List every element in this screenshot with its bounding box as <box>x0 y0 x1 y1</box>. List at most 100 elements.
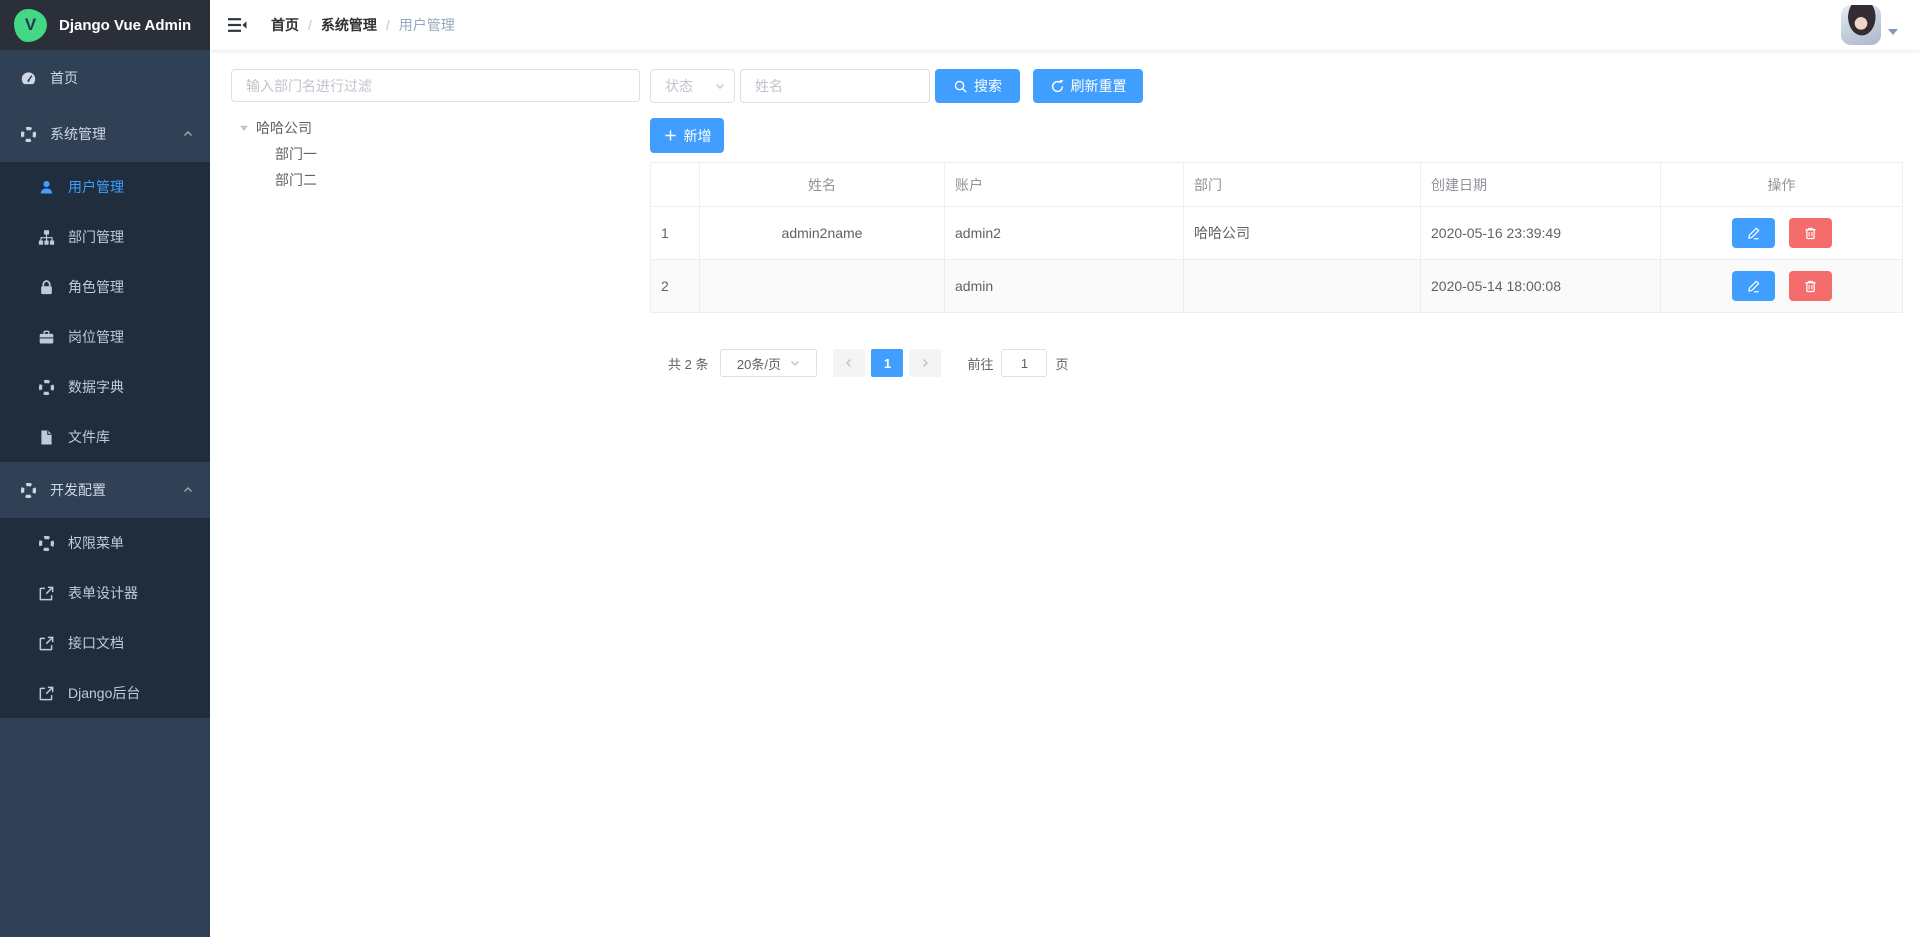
cell-name: admin2name <box>700 207 945 260</box>
pagination: 共 2 条 20条/页 1 <box>650 349 1902 377</box>
sidebar-menu: 首页 系统管理 用户管理 <box>0 50 210 718</box>
user-panel: 状态 搜索 <box>650 69 1902 937</box>
row-actions <box>1661 271 1902 301</box>
sidebar-item-permission-menu[interactable]: 权限菜单 <box>0 518 210 568</box>
reset-button-label: 刷新重置 <box>1071 76 1127 96</box>
user-icon <box>38 179 55 196</box>
refresh-reset-button[interactable]: 刷新重置 <box>1033 69 1143 103</box>
component-icon <box>20 482 37 499</box>
breadcrumb-item-home[interactable]: 首页 <box>271 15 299 35</box>
cell-name <box>700 260 945 313</box>
chevron-down-icon <box>714 80 726 92</box>
tree-node-label: 部门一 <box>275 144 317 164</box>
hamburger-icon[interactable] <box>227 15 247 35</box>
row-actions <box>1661 218 1902 248</box>
tree-node-company[interactable]: 哈哈公司 <box>231 115 640 141</box>
delete-button[interactable] <box>1789 271 1832 301</box>
sidebar-group-label: 系统管理 <box>50 124 106 144</box>
sidebar-item-label: 用户管理 <box>68 177 124 197</box>
org-tree-icon <box>38 229 55 246</box>
goto-label: 前往 <box>967 354 993 373</box>
add-button[interactable]: 新增 <box>650 118 724 153</box>
submenu-system: 用户管理 部门管理 角色管理 <box>0 162 210 462</box>
breadcrumb-item-system[interactable]: 系统管理 <box>321 15 377 35</box>
column-header-actions: 操作 <box>1661 163 1903 207</box>
avatar[interactable] <box>1841 5 1881 45</box>
column-header-name: 姓名 <box>700 163 945 207</box>
column-header-department: 部门 <box>1184 163 1421 207</box>
main-area: 首页 / 系统管理 / 用户管理 哈哈公司 <box>210 0 1920 937</box>
sidebar-item-label: 部门管理 <box>68 227 124 247</box>
sidebar-item-form-designer[interactable]: 表单设计器 <box>0 568 210 618</box>
submenu-dev: 权限菜单 表单设计器 接口文档 <box>0 518 210 718</box>
top-navbar: 首页 / 系统管理 / 用户管理 <box>210 0 1920 50</box>
refresh-icon <box>1050 79 1065 94</box>
sidebar-item-django-admin[interactable]: Django后台 <box>0 668 210 718</box>
sidebar-item-dictionary[interactable]: 数据字典 <box>0 362 210 412</box>
tree-node-dept1[interactable]: 部门一 <box>231 141 640 167</box>
sidebar-item-label: 权限菜单 <box>68 533 124 553</box>
external-link-icon <box>38 585 55 602</box>
table-row: 1 admin2name admin2 哈哈公司 2020-05-16 23:3… <box>651 207 1903 260</box>
navbar-right <box>1841 5 1898 45</box>
tree-node-label: 哈哈公司 <box>256 118 312 138</box>
prev-page-button[interactable] <box>833 349 865 377</box>
sidebar-item-label: Django后台 <box>68 683 140 703</box>
table-row: 2 admin 2020-05-14 18:00:08 <box>651 260 1903 313</box>
sidebar-item-api-docs[interactable]: 接口文档 <box>0 618 210 668</box>
trash-icon <box>1803 279 1818 294</box>
sidebar-group-system[interactable]: 系统管理 <box>0 106 210 162</box>
table-actions: 新增 <box>650 118 1902 153</box>
tree-node-dept2[interactable]: 部门二 <box>231 167 640 193</box>
caret-down-icon[interactable] <box>1888 29 1898 35</box>
goto-page-input[interactable] <box>1001 349 1047 377</box>
lock-icon <box>38 279 55 296</box>
sidebar-item-files[interactable]: 文件库 <box>0 412 210 462</box>
department-filter-input[interactable] <box>231 69 640 102</box>
search-button[interactable]: 搜索 <box>935 69 1020 103</box>
sidebar-item-users[interactable]: 用户管理 <box>0 162 210 212</box>
page-number-1[interactable]: 1 <box>871 349 903 377</box>
page-size-select[interactable]: 20条/页 <box>720 349 817 377</box>
sidebar-item-label: 接口文档 <box>68 633 124 653</box>
edit-button[interactable] <box>1732 271 1775 301</box>
page-size-value: 20条/页 <box>737 354 781 373</box>
app-root: V Django Vue Admin 首页 系统管理 <box>0 0 1920 937</box>
delete-button[interactable] <box>1789 218 1832 248</box>
sidebar-item-label: 文件库 <box>68 427 110 447</box>
external-link-icon <box>38 635 55 652</box>
cell-department <box>1184 260 1421 313</box>
caret-down-icon[interactable] <box>239 123 249 133</box>
users-table: 姓名 账户 部门 创建日期 操作 1 admin2name admin2 哈哈公 <box>650 162 1903 313</box>
next-page-button[interactable] <box>909 349 941 377</box>
chevron-right-icon <box>919 357 931 369</box>
cell-created: 2020-05-14 18:00:08 <box>1421 260 1661 313</box>
sidebar-item-home[interactable]: 首页 <box>0 50 210 106</box>
chevron-down-icon <box>789 357 801 369</box>
sidebar-group-label: 开发配置 <box>50 480 106 500</box>
cell-index: 2 <box>651 260 700 313</box>
logo[interactable]: V Django Vue Admin <box>0 0 210 50</box>
chevron-left-icon <box>843 357 855 369</box>
sidebar-item-posts[interactable]: 岗位管理 <box>0 312 210 362</box>
department-panel: 哈哈公司 部门一 部门二 <box>231 69 640 937</box>
breadcrumb-item-current: 用户管理 <box>399 15 455 35</box>
pagination-total: 共 2 条 <box>668 354 708 373</box>
briefcase-icon <box>38 329 55 346</box>
edit-icon <box>1746 279 1761 294</box>
chevron-up-icon <box>182 128 194 140</box>
external-link-icon <box>38 685 55 702</box>
add-button-label: 新增 <box>684 126 712 146</box>
logo-icon: V <box>14 9 47 42</box>
status-select[interactable]: 状态 <box>650 69 735 103</box>
column-header-index <box>651 163 700 207</box>
sidebar-group-dev[interactable]: 开发配置 <box>0 462 210 518</box>
name-search-input[interactable] <box>740 69 930 103</box>
component-icon <box>20 126 37 143</box>
sidebar-item-departments[interactable]: 部门管理 <box>0 212 210 262</box>
sidebar-item-roles[interactable]: 角色管理 <box>0 262 210 312</box>
search-button-label: 搜索 <box>974 76 1002 96</box>
sidebar-item-label: 角色管理 <box>68 277 124 297</box>
app-title: Django Vue Admin <box>59 17 191 34</box>
edit-button[interactable] <box>1732 218 1775 248</box>
